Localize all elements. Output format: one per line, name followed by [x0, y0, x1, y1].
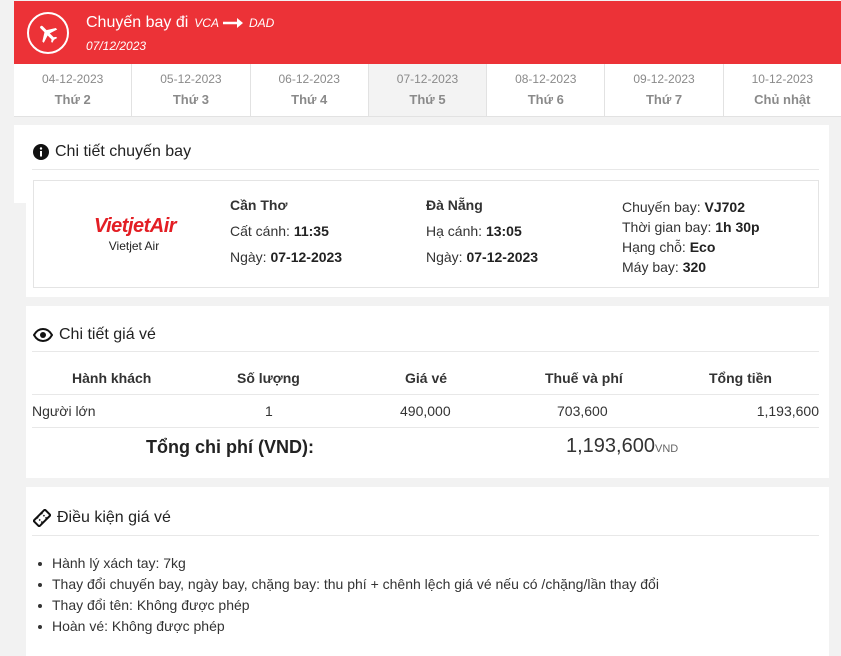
row-fare: 490,000: [400, 403, 451, 419]
divider: [32, 394, 819, 395]
flight-number-label: Chuyến bay:: [622, 199, 701, 215]
header-tax: Thuế và phí: [545, 370, 623, 386]
departure-city: Cần Thơ: [230, 197, 288, 213]
tab-weekday: Chủ nhật: [754, 92, 811, 107]
route: VCA DAD: [194, 16, 274, 30]
row-tax: 703,600: [557, 403, 608, 419]
price-table-header: Hành khách Số lượng Giá vé Thuế và phí T…: [32, 370, 819, 394]
conditions-title: Điều kiện giá vé: [33, 509, 171, 527]
header-passenger: Hành khách: [72, 370, 152, 386]
departure-info: Cần Thơ Cất cánh: 11:35 Ngày: 07-12-2023: [230, 197, 342, 265]
price-detail-title: Chi tiết giá vé: [33, 326, 156, 344]
list-item: Hoàn vé: Không được phép: [38, 616, 659, 637]
divider: [32, 535, 819, 536]
list-item: Thay đổi chuyến bay, ngày bay, chặng bay…: [38, 574, 659, 595]
flight-header: Chuyến bay đi VCA DAD 07/12/2023: [14, 1, 841, 64]
row-quantity: 1: [265, 403, 273, 419]
total-amount: 1,193,600: [566, 435, 655, 457]
flight-meta: Chuyến bay: VJ702 Thời gian bay: 1h 30p …: [622, 197, 760, 277]
row-passenger: Người lớn: [32, 403, 96, 419]
tab-date: 05-12-2023: [160, 72, 222, 86]
tab-weekday: Thứ 3: [172, 92, 209, 107]
header-total: Tổng tiền: [709, 370, 772, 386]
arrival-date: 07-12-2023: [466, 249, 539, 265]
tab-weekday: Thứ 5: [409, 92, 446, 107]
tab-07-12-2023[interactable]: 07-12-2023 Thứ 5: [368, 64, 488, 116]
tab-10-12-2023[interactable]: 10-12-2023 Chủ nhật: [724, 64, 841, 116]
arrow-right-icon: [222, 18, 243, 28]
tab-04-12-2023[interactable]: 04-12-2023 Thứ 2: [14, 64, 133, 116]
route-from: VCA: [194, 16, 219, 30]
divider: [32, 169, 819, 170]
flight-number: VJ702: [704, 199, 745, 215]
total-currency: VND: [654, 443, 679, 455]
arrival-date-label: Ngày:: [426, 249, 463, 265]
tab-06-12-2023[interactable]: 06-12-2023 Thứ 4: [251, 64, 369, 116]
tab-date: 08-12-2023: [515, 72, 577, 86]
tab-date: 04-12-2023: [41, 72, 104, 86]
tab-weekday: Thứ 4: [291, 92, 328, 107]
flight-info-box: VietjetAir Vietjet Air Cần Thơ Cất cánh:…: [33, 180, 819, 288]
arrival-time: 13:05: [485, 223, 522, 239]
airline-logo: VietjetAir: [94, 215, 177, 237]
departure-time-label: Cất cánh:: [230, 223, 290, 239]
aircraft-label: Máy bay:: [622, 259, 679, 275]
header-date: 07/12/2023: [86, 39, 147, 53]
departure-date-label: Ngày:: [230, 249, 267, 265]
airplane-icon: [27, 12, 69, 54]
row-total: 1,193,600: [756, 403, 819, 419]
tab-05-12-2023[interactable]: 05-12-2023 Thứ 3: [132, 64, 251, 116]
header-fare: Giá vé: [405, 370, 448, 386]
conditions-title-text: Điều kiện giá vé: [57, 509, 171, 526]
airline-name: Vietjet Air: [108, 239, 160, 253]
eye-icon: [33, 328, 53, 342]
price-detail-title-text: Chi tiết giá vé: [59, 326, 156, 343]
tab-date: 07-12-2023: [396, 72, 459, 86]
aircraft: 320: [682, 259, 707, 275]
departure-date: 07-12-2023: [270, 249, 343, 265]
departure-time: 11:35: [293, 223, 329, 239]
fare-conditions-card: Điều kiện giá vé Hành lý xách tay: 7kg T…: [26, 487, 829, 656]
route-to: DAD: [248, 16, 275, 30]
flight-detail-title-text: Chi tiết chuyến bay: [55, 143, 192, 160]
header-title-text: Chuyến bay đi: [86, 14, 189, 31]
tab-weekday: Thứ 6: [527, 92, 564, 107]
class-label: Hạng chỗ:: [622, 239, 686, 255]
arrival-city: Đà Nẵng: [426, 197, 483, 213]
arrival-time-label: Hạ cánh:: [426, 223, 483, 239]
date-tabs: 04-12-2023 Thứ 2 05-12-2023 Thứ 3 06-12-20…: [14, 64, 841, 117]
class: Eco: [689, 239, 716, 255]
tab-weekday: Thứ 7: [645, 92, 683, 107]
list-item: Thay đổi tên: Không được phép: [38, 595, 659, 616]
tab-09-12-2023[interactable]: 09-12-2023 Thứ 7: [605, 64, 724, 116]
tab-weekday: Thứ 2: [54, 92, 91, 107]
info-icon: [33, 144, 49, 160]
flight-detail-card: Chi tiết chuyến bay VietjetAir Vietjet A…: [26, 125, 829, 297]
ticket-icon: [33, 509, 51, 527]
tab-08-12-2023[interactable]: 08-12-2023 Thứ 6: [487, 64, 606, 116]
list-item: Hành lý xách tay: 7kg: [38, 553, 659, 574]
total-value: 1,193,600VND: [566, 435, 678, 458]
arrival-info: Đà Nẵng Hạ cánh: 13:05 Ngày: 07-12-2023: [426, 197, 538, 265]
conditions-list: Hành lý xách tay: 7kg Thay đổi chuyến ba…: [38, 553, 659, 637]
total-label: Tổng chi phí (VND):: [146, 437, 314, 457]
header-title: Chuyến bay đi VCA DAD: [86, 14, 274, 32]
divider: [32, 427, 819, 428]
price-detail-card: Chi tiết giá vé Hành khách Số lượng Giá …: [26, 306, 829, 478]
divider: [32, 351, 819, 352]
header-quantity: Số lượng: [237, 370, 300, 386]
duration-label: Thời gian bay:: [622, 219, 712, 235]
tab-date: 06-12-2023: [278, 72, 340, 86]
flight-detail-title: Chi tiết chuyến bay: [33, 143, 191, 161]
side-panel-stub: [14, 125, 26, 203]
tab-date: 09-12-2023: [633, 72, 695, 86]
tab-date: 10-12-2023: [751, 72, 814, 86]
airline: VietjetAir Vietjet Air: [94, 215, 177, 253]
duration: 1h 30p: [715, 219, 760, 235]
